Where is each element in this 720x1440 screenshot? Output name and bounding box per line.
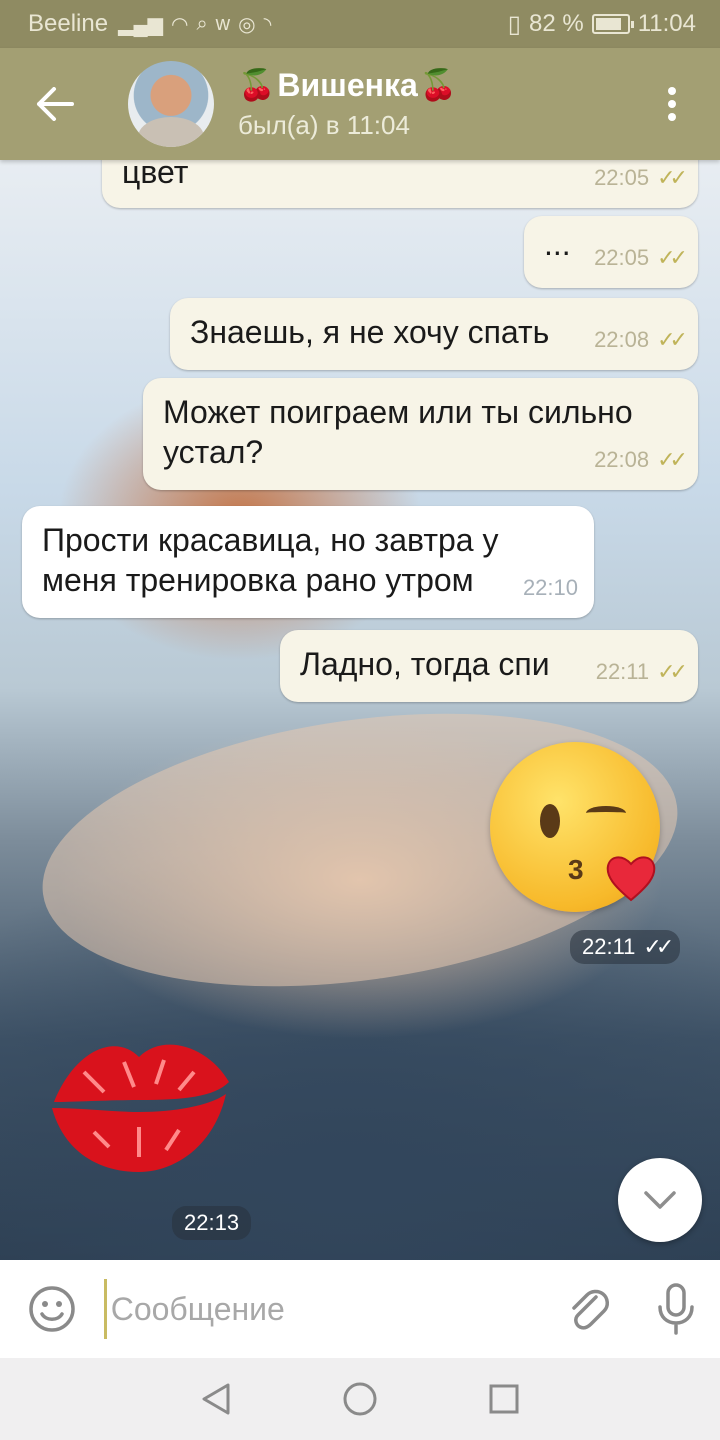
message-meta: 22:08 ✓✓ <box>594 320 688 360</box>
square-recents-icon <box>489 1384 519 1414</box>
arrow-left-icon <box>37 87 74 121</box>
message-meta: 22:05 ✓✓ <box>594 160 688 198</box>
nav-home-button[interactable] <box>336 1375 384 1423</box>
message-meta: 22:10 <box>523 568 578 608</box>
instagram-icon: ◎ <box>238 13 256 36</box>
clock: 11:04 <box>637 10 696 37</box>
contact-avatar[interactable] <box>128 61 214 147</box>
sticker-time-pill: 22:13 <box>172 1206 252 1240</box>
nav-recents-button[interactable] <box>480 1375 528 1423</box>
chat-title-box[interactable]: 🍒 Вишенка 🍒 был(а) в 11:04 <box>238 67 457 141</box>
read-checks-icon: ✓✓ <box>657 245 688 270</box>
read-checks-icon: ✓✓ <box>657 659 688 684</box>
back-button[interactable] <box>0 48 110 160</box>
message-bubble[interactable]: Может поиграем или ты сильно устал? 22:0… <box>143 378 698 490</box>
chevron-down-icon <box>644 1191 676 1209</box>
more-menu-button[interactable] <box>624 48 720 160</box>
message-text-line: меня тренировка рано утром <box>42 562 474 598</box>
emoji-button[interactable] <box>0 1260 104 1358</box>
message-text: ... <box>544 226 571 262</box>
cherry-icon: 🍒 <box>238 69 276 102</box>
message-input-bar <box>0 1260 720 1358</box>
sticker-time-pill: 22:11 ✓✓ <box>570 930 681 964</box>
battery-fill <box>595 18 621 30</box>
contact-name: Вишенка <box>277 67 418 103</box>
search-icon: ⌕ <box>196 12 208 35</box>
sticker-lips: 3 <box>568 854 584 885</box>
status-bar: Beeline ▂▄▆ ◠ ⌕ w ◎ ◝ ▯ 82 % 11:04 <box>0 0 720 48</box>
message-time: 22:05 <box>594 245 650 270</box>
attach-button[interactable] <box>544 1260 632 1358</box>
app-w-icon: w <box>215 12 231 35</box>
message-text: цвет <box>122 160 189 190</box>
message-bubble[interactable]: Знаешь, я не хочу спать 22:08 ✓✓ <box>170 298 698 370</box>
more-vertical-icon <box>668 87 676 121</box>
message-time: 22:13 <box>184 1210 240 1235</box>
chat-background[interactable]: цвет 22:05 ✓✓ ... 22:05 ✓✓ Знаешь, я не … <box>0 160 720 1260</box>
message-text-line: Прости красавица, но завтра у <box>42 522 499 558</box>
triangle-back-icon <box>202 1383 230 1415</box>
message-text: Ладно, тогда спи <box>300 646 550 682</box>
message-time: 22:08 <box>594 327 650 352</box>
message-meta: 22:08 ✓✓ <box>594 440 688 480</box>
wifi-icon: ◠ <box>171 13 189 36</box>
message-text-line: Может поиграем или ты сильно <box>163 394 633 430</box>
heart-icon <box>606 856 656 902</box>
read-checks-icon: ✓✓ <box>657 447 688 472</box>
message-bubble[interactable]: Ладно, тогда спи 22:11 ✓✓ <box>280 630 698 702</box>
red-lips-sticker[interactable] <box>44 1022 234 1182</box>
message-bubble[interactable]: цвет 22:05 ✓✓ <box>102 160 698 208</box>
chat-header: 🍒 Вишенка 🍒 был(а) в 11:04 <box>0 48 720 160</box>
rss-icon: ◝ <box>263 13 272 36</box>
microphone-button[interactable] <box>632 1260 720 1358</box>
message-time: 22:11 <box>582 934 636 959</box>
message-time: 22:08 <box>594 447 650 472</box>
read-checks-icon: ✓✓ <box>657 165 688 190</box>
message-bubble[interactable]: Прости красавица, но завтра у меня трени… <box>22 506 594 618</box>
message-meta: 22:05 ✓✓ <box>594 238 688 278</box>
scroll-down-button[interactable] <box>618 1158 702 1242</box>
message-time: 22:10 <box>522 575 578 600</box>
message-input[interactable] <box>103 1279 543 1339</box>
status-icons: ▂▄▆ ◠ ⌕ w ◎ ◝ <box>118 12 271 37</box>
circle-home-icon <box>343 1382 377 1416</box>
microphone-icon <box>658 1283 694 1335</box>
message-text: Знаешь, я не хочу спать <box>190 314 550 350</box>
message-time: 22:05 <box>594 165 650 190</box>
read-checks-icon: ✓✓ <box>657 327 688 352</box>
read-checks-icon: ✓✓ <box>643 934 674 959</box>
battery-percent: 82 % <box>529 10 584 37</box>
message-time: 22:11 <box>595 659 650 684</box>
sticker-wink <box>586 806 626 820</box>
message-bubble[interactable]: ... 22:05 ✓✓ <box>524 216 698 288</box>
smile-icon <box>29 1286 75 1332</box>
battery-icon <box>591 14 634 34</box>
sticker-eye <box>540 804 560 838</box>
system-navigation-bar <box>0 1358 720 1440</box>
carrier-label: Beeline <box>28 10 109 37</box>
contact-name-row: 🍒 Вишенка 🍒 <box>238 67 457 104</box>
signal-icon: ▂▄▆ <box>118 13 163 36</box>
vibrate-icon: ▯ <box>507 10 522 38</box>
nav-back-button[interactable] <box>192 1375 240 1423</box>
cherry-icon: 🍒 <box>419 69 458 102</box>
last-seen-status: был(а) в 11:04 <box>238 110 410 140</box>
paperclip-icon <box>572 1289 610 1330</box>
message-meta: 22:11 ✓✓ <box>595 652 688 692</box>
